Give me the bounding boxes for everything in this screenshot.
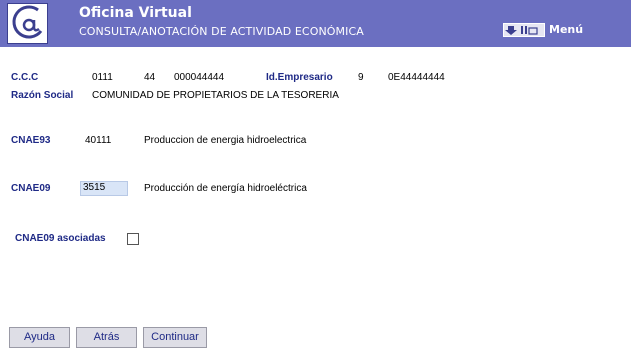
atras-button[interactable]: Atrás bbox=[76, 327, 137, 348]
ccc-part2: 44 bbox=[144, 72, 156, 83]
ccc-label: C.C.C bbox=[11, 72, 39, 83]
id-empresario-label: Id.Empresario bbox=[266, 72, 333, 83]
razon-social-label: Razón Social bbox=[11, 90, 74, 101]
header-bar: Oficina Virtual CONSULTA/ANOTACIÓN DE AC… bbox=[0, 0, 631, 47]
cnae09-code-input[interactable]: 3515 bbox=[80, 181, 128, 196]
ayuda-button[interactable]: Ayuda bbox=[9, 327, 70, 348]
cnae93-label: CNAE93 bbox=[11, 135, 51, 146]
download-icon bbox=[505, 26, 538, 35]
cnae09-description: Producción de energía hidroeléctrica bbox=[144, 183, 307, 194]
page-subtitle: CONSULTA/ANOTACIÓN DE ACTIVIDAD ECONÓMIC… bbox=[79, 25, 364, 38]
at-sign-logo-icon bbox=[7, 3, 48, 44]
ccc-part3: 000044444 bbox=[174, 72, 225, 83]
cnae93-description: Produccion de energia hidroelectrica bbox=[144, 135, 307, 146]
razon-social-value: COMUNIDAD DE PROPIETARIOS DE LA TESORERI… bbox=[92, 90, 339, 101]
cnae93-code: 40111 bbox=[85, 135, 112, 146]
app-title: Oficina Virtual bbox=[79, 5, 192, 21]
menu-label[interactable]: Menú bbox=[549, 23, 583, 36]
cnae09-label: CNAE09 bbox=[11, 183, 51, 194]
cnae09-asociadas-label: CNAE09 asociadas bbox=[15, 233, 106, 244]
menu-button[interactable] bbox=[503, 23, 545, 37]
id-empresario-part1: 9 bbox=[358, 72, 364, 83]
id-empresario-part2: 0E44444444 bbox=[388, 72, 445, 83]
continuar-button[interactable]: Continuar bbox=[143, 327, 207, 348]
ccc-part1: 0111 bbox=[92, 72, 113, 83]
cnae09-asociadas-checkbox[interactable] bbox=[127, 233, 139, 245]
